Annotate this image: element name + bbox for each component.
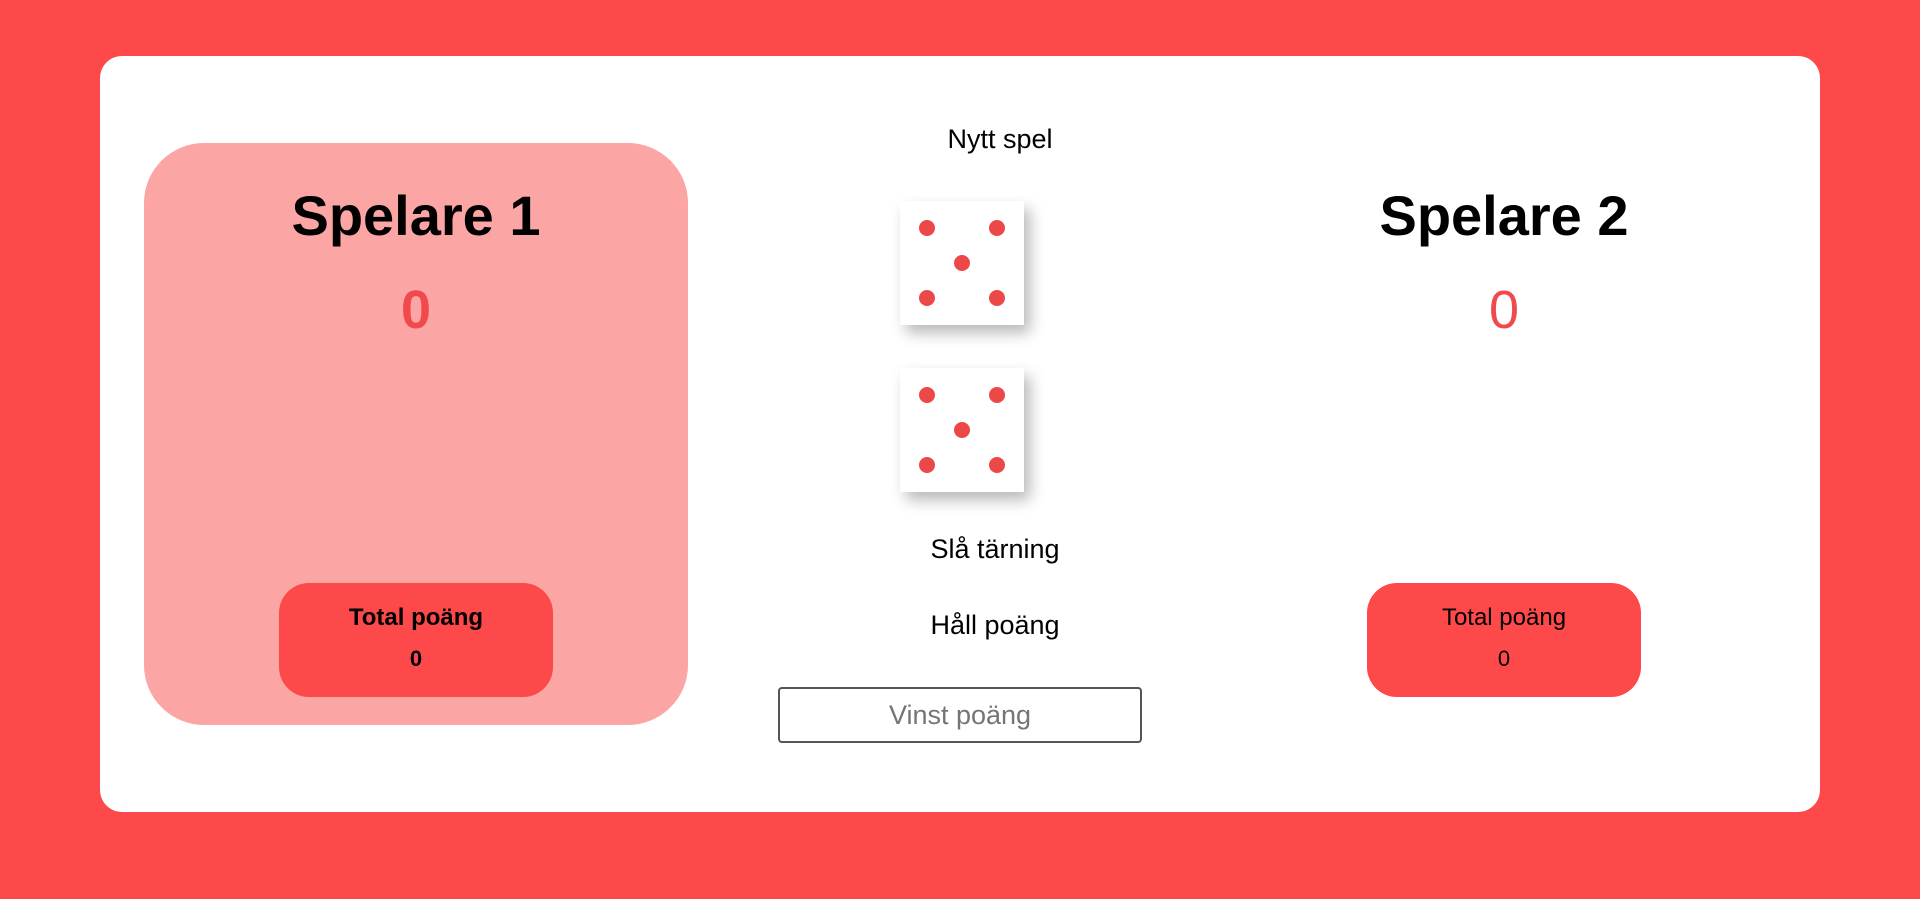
die-pip [919, 456, 936, 473]
player-2-name: Spelare 2 [1379, 184, 1629, 247]
die-pip [919, 387, 936, 404]
player-2-total-score: 0 [1497, 646, 1511, 671]
player-2-panel: Spelare 2 0 Total poäng 0 [1232, 143, 1776, 725]
die-pip [954, 255, 970, 271]
player-2-total-label: Total poäng [1441, 604, 1567, 631]
hold-score-button[interactable]: Håll poäng [895, 610, 1095, 641]
die-pip [988, 289, 1005, 306]
new-game-button[interactable]: Nytt spel [910, 124, 1090, 155]
player-1-current-score: 0 [400, 280, 432, 340]
die-pip [988, 220, 1005, 237]
player-2-total-box: Total poäng 0 [1367, 583, 1641, 697]
winning-score-input[interactable] [778, 687, 1142, 743]
player-1-total-box: Total poäng 0 [279, 583, 553, 697]
player-1-total-label: Total poäng [348, 604, 484, 631]
player-1-panel: Spelare 1 0 Total poäng 0 [144, 143, 688, 725]
player-1-total-score: 0 [409, 646, 423, 671]
player-1-name: Spelare 1 [291, 184, 541, 247]
die-pip [988, 456, 1005, 473]
player-2-current-score: 0 [1488, 280, 1520, 340]
die-pip [954, 422, 970, 438]
roll-dice-button[interactable]: Slå tärning [895, 534, 1095, 565]
die-pip [988, 387, 1005, 404]
die-pip [919, 289, 936, 306]
die-pip [919, 220, 936, 237]
die-1 [900, 201, 1024, 325]
die-2 [900, 368, 1024, 492]
game-board: Spelare 1 0 Total poäng 0 Nytt spel Slå … [100, 56, 1820, 812]
